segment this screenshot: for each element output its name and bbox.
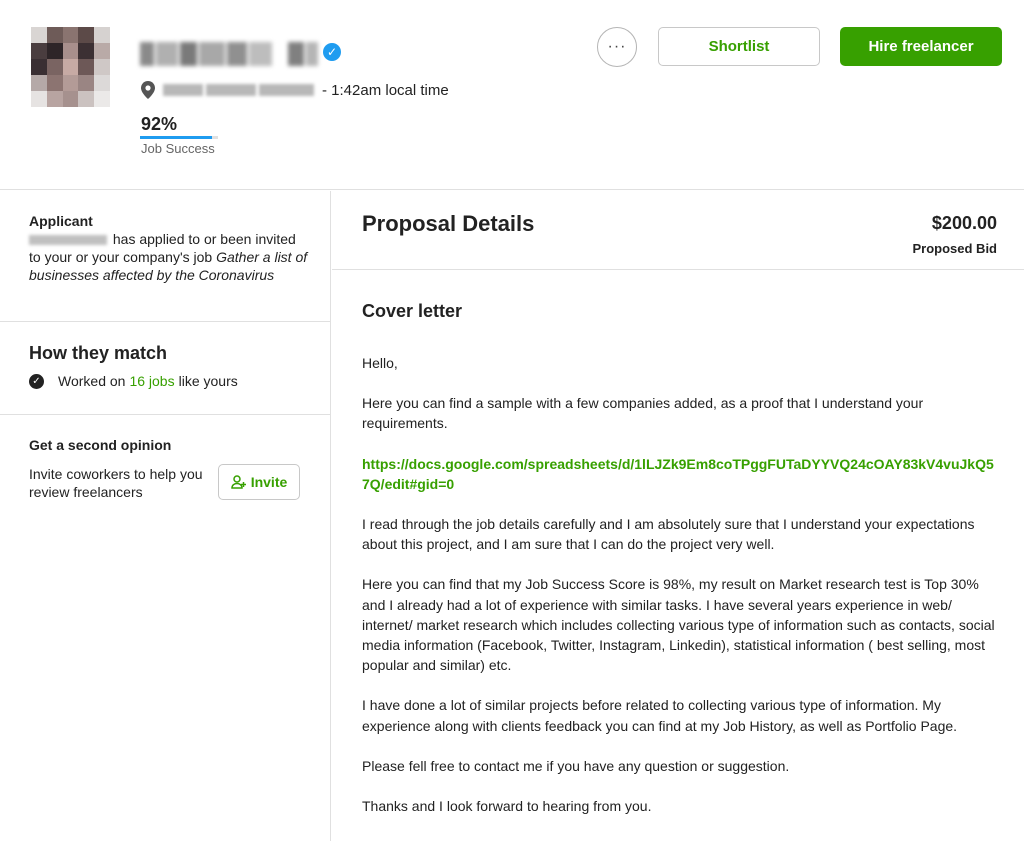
bid-amount: $200.00 [931,213,997,233]
more-options-button[interactable]: ··· [597,27,637,67]
second-opinion-section: Get a second opinion Invite coworkers to… [0,415,330,501]
cover-paragraph: I have done a lot of similar projects be… [362,697,958,734]
cover-paragraph: I read through the job details carefully… [362,516,975,553]
cover-letter-title: Cover letter [362,301,463,321]
worked-on-text: Worked on [58,373,126,389]
verified-check-icon: ✓ [323,43,341,61]
applicant-text: has applied to or been invited to your o… [29,230,310,284]
cover-letter: Cover letter Hello, Here you can find a … [332,270,1024,816]
second-opinion-title: Get a second opinion [29,437,172,453]
jobs-count-link[interactable]: 16 jobs [129,373,174,389]
invite-label: Invite [250,474,288,490]
proposal-panel: Proposal Details $200.00 Proposed Bid Co… [332,191,1024,841]
cover-paragraph: Here you can find a sample with a few co… [362,395,924,432]
invite-button[interactable]: Invite [218,464,300,500]
cover-paragraph: Hello, [362,355,398,371]
freelancer-name [140,42,319,66]
cover-paragraph: Please fell free to contact me if you ha… [362,757,790,774]
match-row: ✓ Worked on 16 jobs like yours [29,373,310,389]
sidebar: Applicant has applied to or been invited… [0,191,331,841]
proposal-header: Proposal Details $200.00 Proposed Bid [332,191,1024,270]
match-title: How they match [29,343,168,363]
like-yours-text: like yours [178,373,238,389]
job-success-label: Job Success [141,141,215,156]
job-success-bar-fill [140,136,212,139]
hire-freelancer-button[interactable]: Hire freelancer [840,27,1002,66]
bid-label: Proposed Bid [912,241,997,256]
applicant-name [29,235,107,246]
avatar[interactable] [31,27,110,107]
job-success-value: 92% [141,114,178,134]
cover-paragraph: Here you can find that my Job Success Sc… [362,576,995,674]
location-row: - 1:42am local time [141,80,449,100]
job-success-bar [140,136,218,139]
applicant-section: Applicant has applied to or been invited… [0,191,330,322]
local-time: - 1:42am local time [322,81,449,99]
shortlist-button[interactable]: Shortlist [658,27,820,66]
location-text [163,84,318,96]
check-circle-icon: ✓ [29,373,44,389]
spreadsheet-link[interactable]: https://docs.google.com/spreadsheets/d/1… [362,454,997,494]
proposal-title: Proposal Details [362,211,535,236]
second-opinion-text: Invite coworkers to help you review free… [29,466,203,500]
match-section: How they match ✓ Worked on 16 jobs like … [0,322,330,415]
location-pin-icon [141,81,155,99]
applicant-title: Applicant [29,213,93,229]
cover-paragraph: Thanks and I look forward to hearing fro… [362,798,652,815]
add-user-icon [230,475,246,489]
freelancer-header: ✓ - 1:42am local time 92% Job Success ··… [0,0,1024,190]
